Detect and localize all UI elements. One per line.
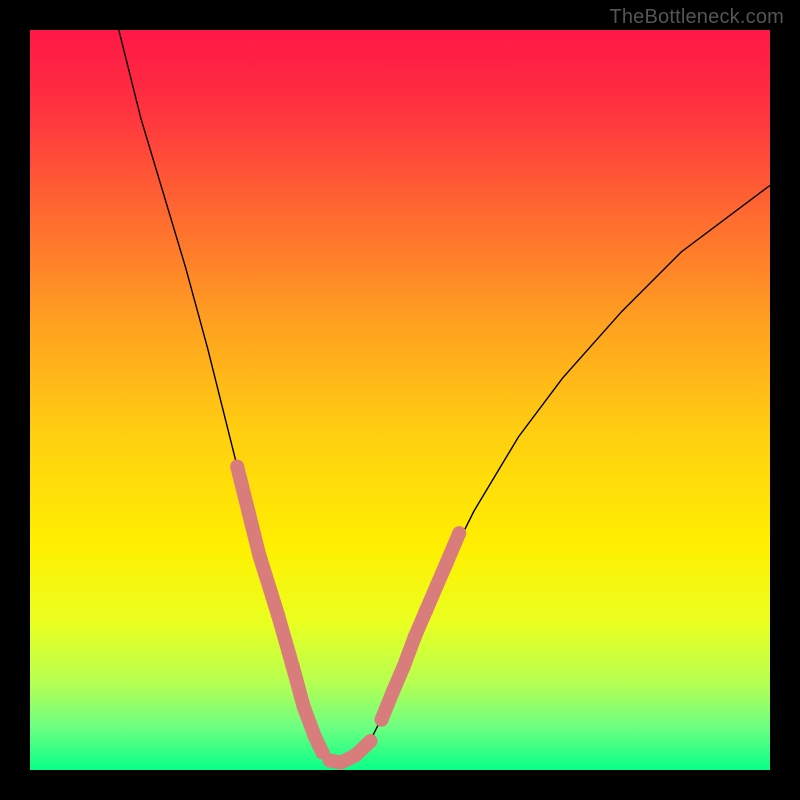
highlight-segment xyxy=(315,737,322,753)
curve-layer xyxy=(30,30,770,770)
series-group xyxy=(119,30,770,763)
highlight-group xyxy=(230,460,466,770)
highlight-segment xyxy=(259,555,278,614)
chart-frame: TheBottleneck.com xyxy=(0,0,800,800)
series-right-branch xyxy=(370,185,770,740)
highlight-segment xyxy=(447,533,460,563)
plot-area xyxy=(30,30,770,770)
highlight-segment xyxy=(356,741,371,755)
highlight-segment xyxy=(278,615,293,667)
watermark-text: TheBottleneck.com xyxy=(609,6,784,29)
